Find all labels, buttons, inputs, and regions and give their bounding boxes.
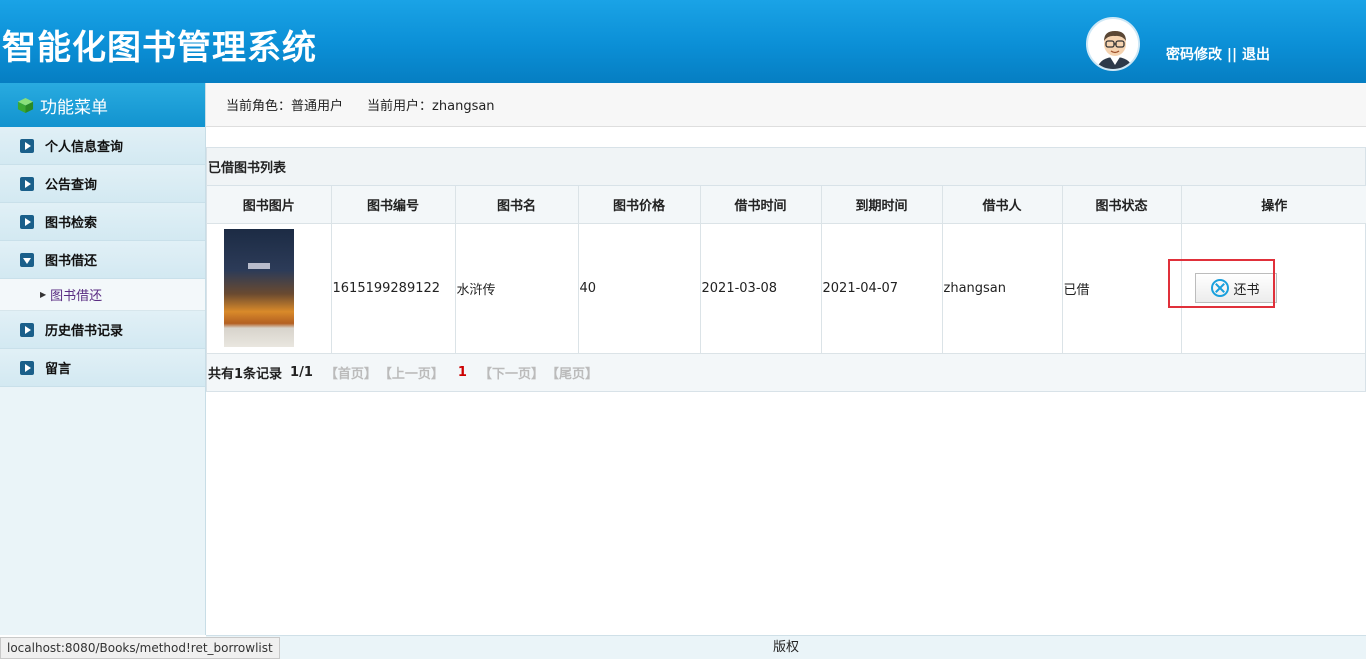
- borrowed-books-table: 图书图片 图书编号 图书名 图书价格 借书时间 到期时间 借书人 图书状态 操作…: [207, 186, 1366, 354]
- status-cell: 已借: [1062, 223, 1182, 354]
- footer: 版权: [206, 635, 1366, 659]
- panel-title: 已借图书列表: [207, 148, 1365, 186]
- table-header-row: 图书图片 图书编号 图书名 图书价格 借书时间 到期时间 借书人 图书状态 操作: [207, 186, 1366, 224]
- borrow-date-cell: 2021-03-08: [700, 223, 822, 354]
- play-icon: [20, 214, 34, 229]
- table-row: 1615199289122 水浒传 40 2021-03-08 2021-04-…: [207, 223, 1366, 354]
- sidebar-item-label: 图书检索: [45, 216, 98, 231]
- user-value: zhangsan: [432, 99, 495, 114]
- sidebar-item-book-search[interactable]: 图书检索: [0, 203, 205, 241]
- book-cover-cell: [207, 223, 332, 354]
- sidebar-item-label: 个人信息查询: [45, 140, 124, 155]
- return-book-label: 还书: [1233, 282, 1260, 298]
- borrower-cell: zhangsan: [942, 223, 1063, 354]
- sidebar-subitem-borrow-return[interactable]: ▶ 图书借还: [0, 279, 205, 311]
- app-header: 智能化图书管理系统 密码修改 || 退出: [0, 0, 1366, 83]
- current-page: 1: [457, 364, 467, 380]
- current-role: 当前角色：普通用户: [226, 95, 343, 114]
- avatar-icon: [1089, 20, 1138, 69]
- record-count: 共有1条记录: [208, 366, 283, 382]
- sidebar-item-label: 公告查询: [45, 178, 98, 193]
- sidebar-item-label: 留言: [45, 362, 72, 377]
- sidebar: 功能菜单 个人信息查询 公告查询 图书检索 图书借还 ▶ 图书借还 历史借书记录…: [0, 83, 206, 635]
- user-avatar: [1086, 17, 1140, 71]
- play-icon: [20, 138, 34, 153]
- role-value: 普通用户: [291, 99, 344, 114]
- cube-icon: [17, 97, 34, 113]
- due-date-cell: 2021-04-07: [821, 223, 943, 354]
- user-label: 当前用户：: [367, 99, 433, 114]
- column-header: 到期时间: [821, 186, 943, 224]
- return-book-button[interactable]: 还书: [1194, 273, 1277, 303]
- pagination: 共有1条记录 1/1 【首页】 【上一页】 1 【下一页】 【尾页】: [207, 353, 1365, 391]
- sidebar-item-label: 历史借书记录: [45, 324, 124, 339]
- menu-title-label: 功能菜单: [40, 97, 108, 118]
- column-header: 图书编号: [331, 186, 456, 224]
- sidebar-subitem-label: 图书借还: [50, 289, 103, 304]
- expand-icon: [20, 252, 34, 267]
- play-icon: [20, 360, 34, 375]
- app-title: 智能化图书管理系统: [2, 28, 317, 68]
- sidebar-item-personal-info[interactable]: 个人信息查询: [0, 127, 205, 165]
- current-user: 当前用户：zhangsan: [367, 95, 495, 114]
- borrowed-books-panel: 已借图书列表 图书图片 图书编号 图书名 图书价格 借书时间 到期时间 借书人 …: [206, 147, 1366, 392]
- header-links: 密码修改 || 退出: [1166, 44, 1270, 64]
- action-cell: 还书: [1181, 223, 1366, 354]
- next-page-link[interactable]: 【下一页】: [479, 363, 544, 382]
- role-label: 当前角色：: [226, 99, 292, 114]
- book-name-cell: 水浒传: [455, 223, 579, 354]
- prev-page-link[interactable]: 【上一页】: [379, 363, 444, 382]
- first-page-link[interactable]: 【首页】: [325, 363, 377, 382]
- play-icon: [20, 176, 34, 191]
- sidebar-item-announcements[interactable]: 公告查询: [0, 165, 205, 203]
- last-page-link[interactable]: 【尾页】: [546, 363, 598, 382]
- column-header: 借书人: [942, 186, 1063, 224]
- column-header: 图书价格: [578, 186, 701, 224]
- menu-title: 功能菜单: [0, 83, 205, 127]
- logout-link[interactable]: 退出: [1242, 47, 1270, 63]
- book-cover-image: [224, 229, 294, 347]
- sidebar-item-borrow-history[interactable]: 历史借书记录: [0, 311, 205, 349]
- close-circle-icon: [1211, 279, 1230, 297]
- browser-status-url: localhost:8080/Books/method!ret_borrowli…: [0, 637, 280, 659]
- bullet-icon: ▶: [40, 290, 47, 299]
- column-header: 图书名: [455, 186, 579, 224]
- sidebar-item-label: 图书借还: [45, 254, 98, 269]
- book-id-cell: 1615199289122: [331, 223, 456, 354]
- column-header: 操作: [1181, 186, 1366, 224]
- sidebar-item-messages[interactable]: 留言: [0, 349, 205, 387]
- user-info-bar: 当前角色：普通用户 当前用户：zhangsan: [206, 83, 1366, 127]
- column-header: 图书图片: [207, 186, 332, 224]
- link-separator: ||: [1222, 47, 1242, 63]
- book-price-cell: 40: [578, 223, 701, 354]
- column-header: 借书时间: [700, 186, 822, 224]
- change-password-link[interactable]: 密码修改: [1166, 47, 1222, 63]
- sidebar-item-borrow-return[interactable]: 图书借还: [0, 241, 205, 279]
- page-info: 1/1: [290, 364, 313, 380]
- column-header: 图书状态: [1062, 186, 1182, 224]
- play-icon: [20, 322, 34, 337]
